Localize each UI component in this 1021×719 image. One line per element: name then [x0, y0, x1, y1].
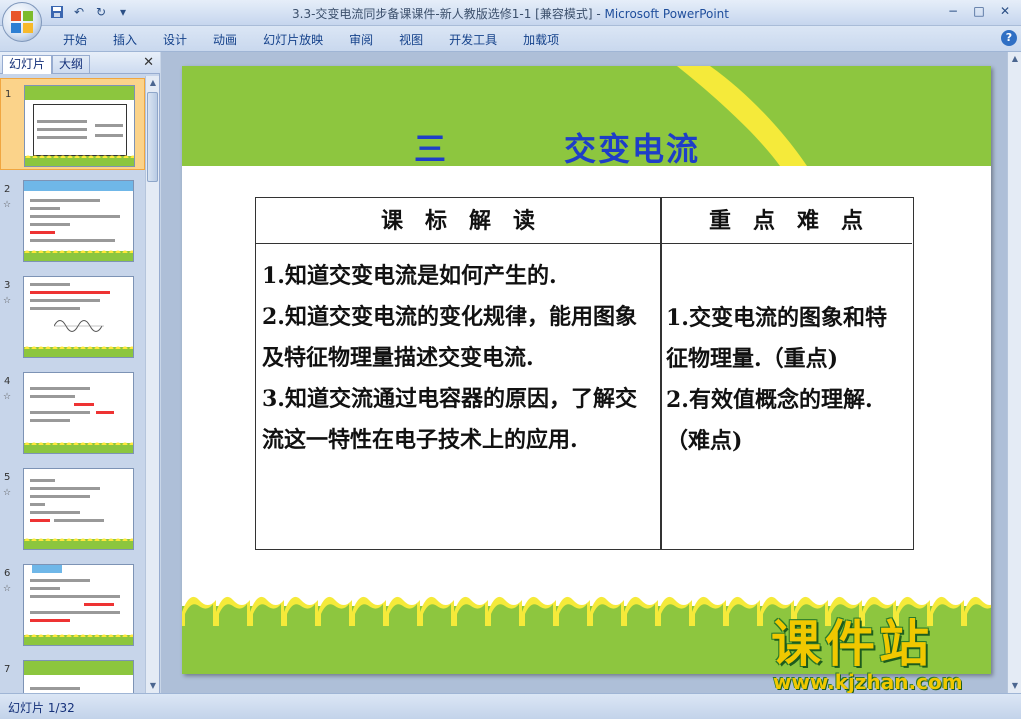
window-controls: − □ ✕: [941, 2, 1017, 20]
thumbnail-image: [23, 660, 134, 693]
slide[interactable]: 三 交变电流 课 标 解 读 重 点 难 点 1.知道交变电流是如何产生的. 2…: [182, 66, 991, 674]
title-bar: ↶ ↻ ▾ 3.3-交变电流同步备课课件-新人教版选修1-1 [兼容模式] - …: [0, 0, 1021, 26]
table-cell-left: 1.知道交变电流是如何产生的. 2.知道交变电流的变化规律，能用图象及特征物理量…: [262, 256, 652, 461]
status-bar: 幻灯片 1/32: [0, 693, 1021, 719]
slide-thumbnail-1[interactable]: 1: [0, 78, 145, 170]
tab-home[interactable]: 开始: [50, 31, 100, 49]
slide-number: 5: [4, 472, 11, 483]
maximize-button[interactable]: □: [967, 2, 991, 20]
scroll-down-icon[interactable]: ▼: [146, 679, 160, 693]
document-title: 3.3-交变电流同步备课课件-新人教版选修1-1 [兼容模式] -: [292, 7, 605, 21]
slide-thumbnail-7[interactable]: 7: [0, 654, 145, 693]
tab-add-ins[interactable]: 加载项: [510, 31, 572, 49]
slide-thumbnail-2[interactable]: 2 ☆: [0, 174, 145, 266]
animation-icon: ☆: [3, 296, 12, 306]
slide-number: 2: [4, 184, 11, 195]
tab-developer[interactable]: 开发工具: [436, 31, 510, 49]
animation-icon: ☆: [3, 584, 12, 594]
tab-view[interactable]: 视图: [386, 31, 436, 49]
slide-thumbnail-5[interactable]: 5 ☆: [0, 462, 145, 554]
ribbon-tabs: 开始 插入 设计 动画 幻灯片放映 审阅 视图 开发工具 加载项: [50, 31, 572, 49]
watermark-logo: 课件站 www.kjzhan.com: [771, 618, 1003, 696]
tab-review[interactable]: 审阅: [336, 31, 386, 49]
thumbnail-image: [23, 564, 134, 646]
table-header-left: 课 标 解 读: [256, 198, 660, 244]
scroll-thumb[interactable]: [147, 92, 158, 182]
main-scrollbar[interactable]: ▲ ▼: [1007, 52, 1021, 693]
tab-slides[interactable]: 幻灯片: [2, 55, 53, 74]
scroll-down-icon[interactable]: ▼: [1008, 679, 1021, 693]
slide-number: 6: [4, 568, 11, 579]
thumbnail-image: [24, 85, 135, 167]
slide-thumbnails: 1 2 ☆ 3 ☆ 4 ☆ 5 ☆ 6 ☆ 7: [0, 76, 145, 693]
slide-indicator: 幻灯片 1/32: [8, 701, 75, 715]
table-divider: [660, 198, 662, 549]
slide-number: 3: [4, 280, 11, 291]
watermark-url: www.kjzhan.com: [773, 670, 963, 694]
slides-pane-scrollbar[interactable]: ▲ ▼: [145, 76, 159, 693]
tab-insert[interactable]: 插入: [100, 31, 150, 49]
list-item: 1.知道交变电流是如何产生的.: [262, 263, 557, 289]
ribbon: 开始 插入 设计 动画 幻灯片放映 审阅 视图 开发工具 加载项 ?: [0, 26, 1021, 52]
thumbnail-image: [23, 468, 134, 550]
minimize-button[interactable]: −: [941, 2, 965, 20]
scroll-up-icon[interactable]: ▲: [1008, 52, 1021, 66]
close-button[interactable]: ✕: [993, 2, 1017, 20]
list-item: 3.知道交流通过电容器的原因，了解交流这一特性在电子技术上的应用.: [262, 386, 637, 453]
slide-number: 4: [4, 376, 11, 387]
slide-thumbnail-4[interactable]: 4 ☆: [0, 366, 145, 458]
animation-icon: ☆: [3, 200, 12, 210]
slide-number: 7: [4, 664, 11, 675]
animation-icon: ☆: [3, 488, 12, 498]
scroll-up-icon[interactable]: ▲: [146, 76, 160, 90]
thumbnail-image: [23, 372, 134, 454]
slides-pane: 幻灯片 大纲 ✕ 1 2 ☆ 3 ☆ 4 ☆ 5 ☆ 6 ☆ 7 ▲ ▼: [0, 52, 160, 693]
table-cell-right: 1.交变电流的图象和特征物理量.（重点) 2.有效值概念的理解.（难点): [666, 298, 902, 462]
slide-thumbnail-6[interactable]: 6 ☆: [0, 558, 145, 650]
tab-slide-show[interactable]: 幻灯片放映: [250, 31, 336, 49]
slide-thumbnail-3[interactable]: 3 ☆: [0, 270, 145, 362]
slide-number: 1: [5, 89, 12, 100]
office-logo-icon: [11, 11, 33, 33]
slide-title-number: 三: [414, 130, 447, 168]
app-name: Microsoft PowerPoint: [604, 7, 729, 21]
list-item: 1.交变电流的图象和特征物理量.（重点): [666, 305, 887, 372]
tab-design[interactable]: 设计: [150, 31, 200, 49]
list-item: 2.知道交变电流的变化规律，能用图象及特征物理量描述交变电流.: [262, 304, 637, 371]
animation-icon: ☆: [3, 392, 12, 402]
list-item: 2.有效值概念的理解.（难点): [666, 387, 873, 454]
tab-animations[interactable]: 动画: [200, 31, 250, 49]
office-button[interactable]: [2, 2, 42, 42]
thumbnail-image: [23, 180, 134, 262]
table-header-right: 重 点 难 点: [660, 198, 912, 244]
help-icon[interactable]: ?: [1001, 30, 1017, 46]
content-table: 课 标 解 读 重 点 难 点 1.知道交变电流是如何产生的. 2.知道交变电流…: [255, 197, 914, 550]
slide-title-text: 交变电流: [564, 130, 701, 168]
window-title: 3.3-交变电流同步备课课件-新人教版选修1-1 [兼容模式] - Micros…: [0, 5, 1021, 22]
watermark-brand: 课件站: [771, 615, 933, 673]
thumbnail-image: [23, 276, 134, 358]
slide-canvas: 三 交变电流 课 标 解 读 重 点 难 点 1.知道交变电流是如何产生的. 2…: [161, 52, 1007, 693]
tab-outline[interactable]: 大纲: [52, 55, 91, 74]
pane-tabs: 幻灯片 大纲 ✕: [0, 52, 160, 74]
close-pane-icon[interactable]: ✕: [143, 55, 154, 70]
